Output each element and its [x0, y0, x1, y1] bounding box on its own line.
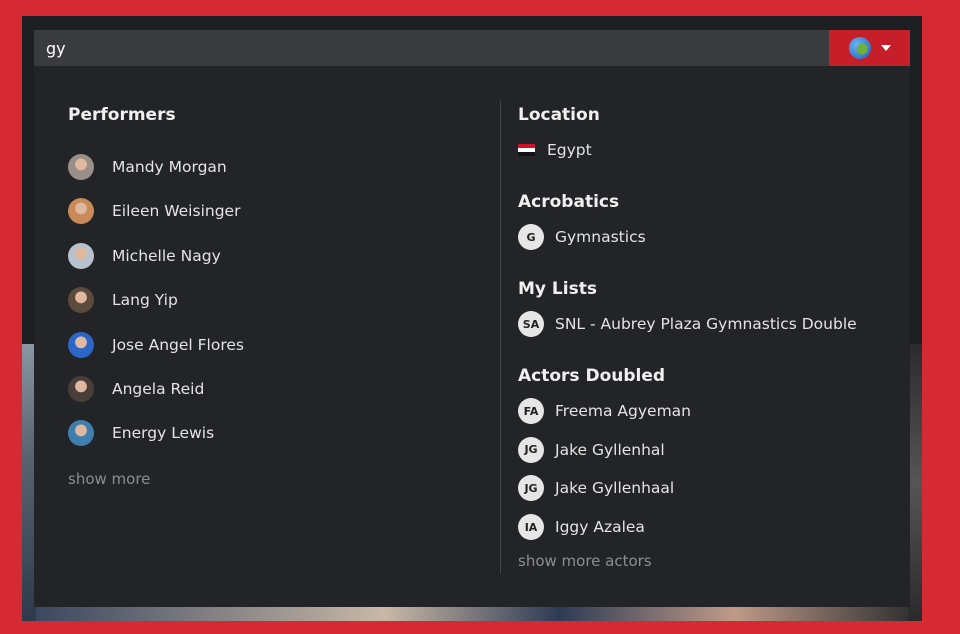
acrobatics-name: Gymnastics	[555, 228, 646, 246]
globe-icon	[848, 37, 871, 59]
avatar	[68, 154, 94, 180]
search-input[interactable]	[34, 30, 829, 66]
actors-doubled-heading: Actors Doubled	[518, 366, 666, 386]
actor-item[interactable]: FA Freema Agyeman	[518, 398, 691, 424]
initials-badge: JG	[518, 436, 544, 463]
performer-item[interactable]: Lang Yip	[68, 287, 178, 314]
initials-badge: FA	[518, 398, 544, 424]
actor-name: Iggy Azalea	[555, 518, 645, 537]
initials-badge: IA	[518, 514, 544, 541]
actor-item[interactable]: JG Jake Gyllenhaal	[518, 475, 675, 502]
background-image	[36, 606, 908, 621]
performer-item[interactable]: Angela Reid	[68, 376, 204, 402]
initials-badge: JG	[518, 475, 544, 502]
acrobatics-heading: Acrobatics	[518, 192, 620, 212]
location-heading: Location	[518, 105, 600, 125]
caret-down-icon	[880, 45, 891, 51]
initials-badge: G	[518, 224, 544, 250]
performers-heading: Performers	[68, 105, 176, 125]
initials-badge: SA	[518, 311, 544, 337]
location-name: Egypt	[547, 141, 592, 159]
actor-item[interactable]: IA Iggy Azalea	[518, 514, 645, 541]
performer-item[interactable]: Eileen Weisinger	[68, 198, 241, 225]
background-image	[908, 344, 922, 621]
performer-name: Angela Reid	[112, 380, 205, 398]
show-more-actors-link[interactable]: show more actors	[518, 552, 652, 570]
column-divider	[500, 101, 501, 573]
my-lists-heading: My Lists	[518, 279, 597, 299]
avatar	[68, 376, 94, 402]
performer-name: Jose Angel Flores	[112, 335, 244, 354]
actor-item[interactable]: JG Jake Gyllenhal	[518, 436, 665, 463]
avatar	[68, 420, 94, 447]
performer-name: Energy Lewis	[112, 424, 215, 443]
avatar	[68, 331, 94, 358]
location-item[interactable]: Egypt	[518, 141, 592, 159]
performer-name: Eileen Weisinger	[112, 202, 241, 221]
avatar	[68, 198, 94, 225]
performer-item[interactable]: Jose Angel Flores	[68, 331, 244, 358]
search-results-dropdown: Performers Mandy Morgan Eileen Weisinger M…	[34, 66, 910, 607]
acrobatics-item[interactable]: G Gymnastics	[518, 224, 646, 250]
egypt-flag-icon	[518, 144, 535, 156]
actor-name: Jake Gyllenhaal	[555, 479, 675, 498]
my-list-item[interactable]: SA SNL - Aubrey Plaza Gymnastics Double	[518, 311, 857, 337]
performer-item[interactable]: Michelle Nagy	[68, 242, 221, 269]
performer-name: Michelle Nagy	[112, 246, 221, 265]
avatar	[68, 242, 94, 269]
performer-item[interactable]: Mandy Morgan	[68, 154, 227, 180]
avatar	[68, 287, 94, 314]
actor-name: Freema Agyeman	[555, 402, 691, 420]
performer-name: Lang Yip	[112, 291, 178, 310]
actor-name: Jake Gyllenhal	[555, 440, 665, 459]
performer-name: Mandy Morgan	[112, 158, 227, 176]
list-name: SNL - Aubrey Plaza Gymnastics Double	[555, 315, 857, 333]
show-more-performers-link[interactable]: show more	[68, 470, 150, 488]
performer-item[interactable]: Energy Lewis	[68, 420, 215, 447]
location-dropdown-button[interactable]	[829, 30, 910, 66]
